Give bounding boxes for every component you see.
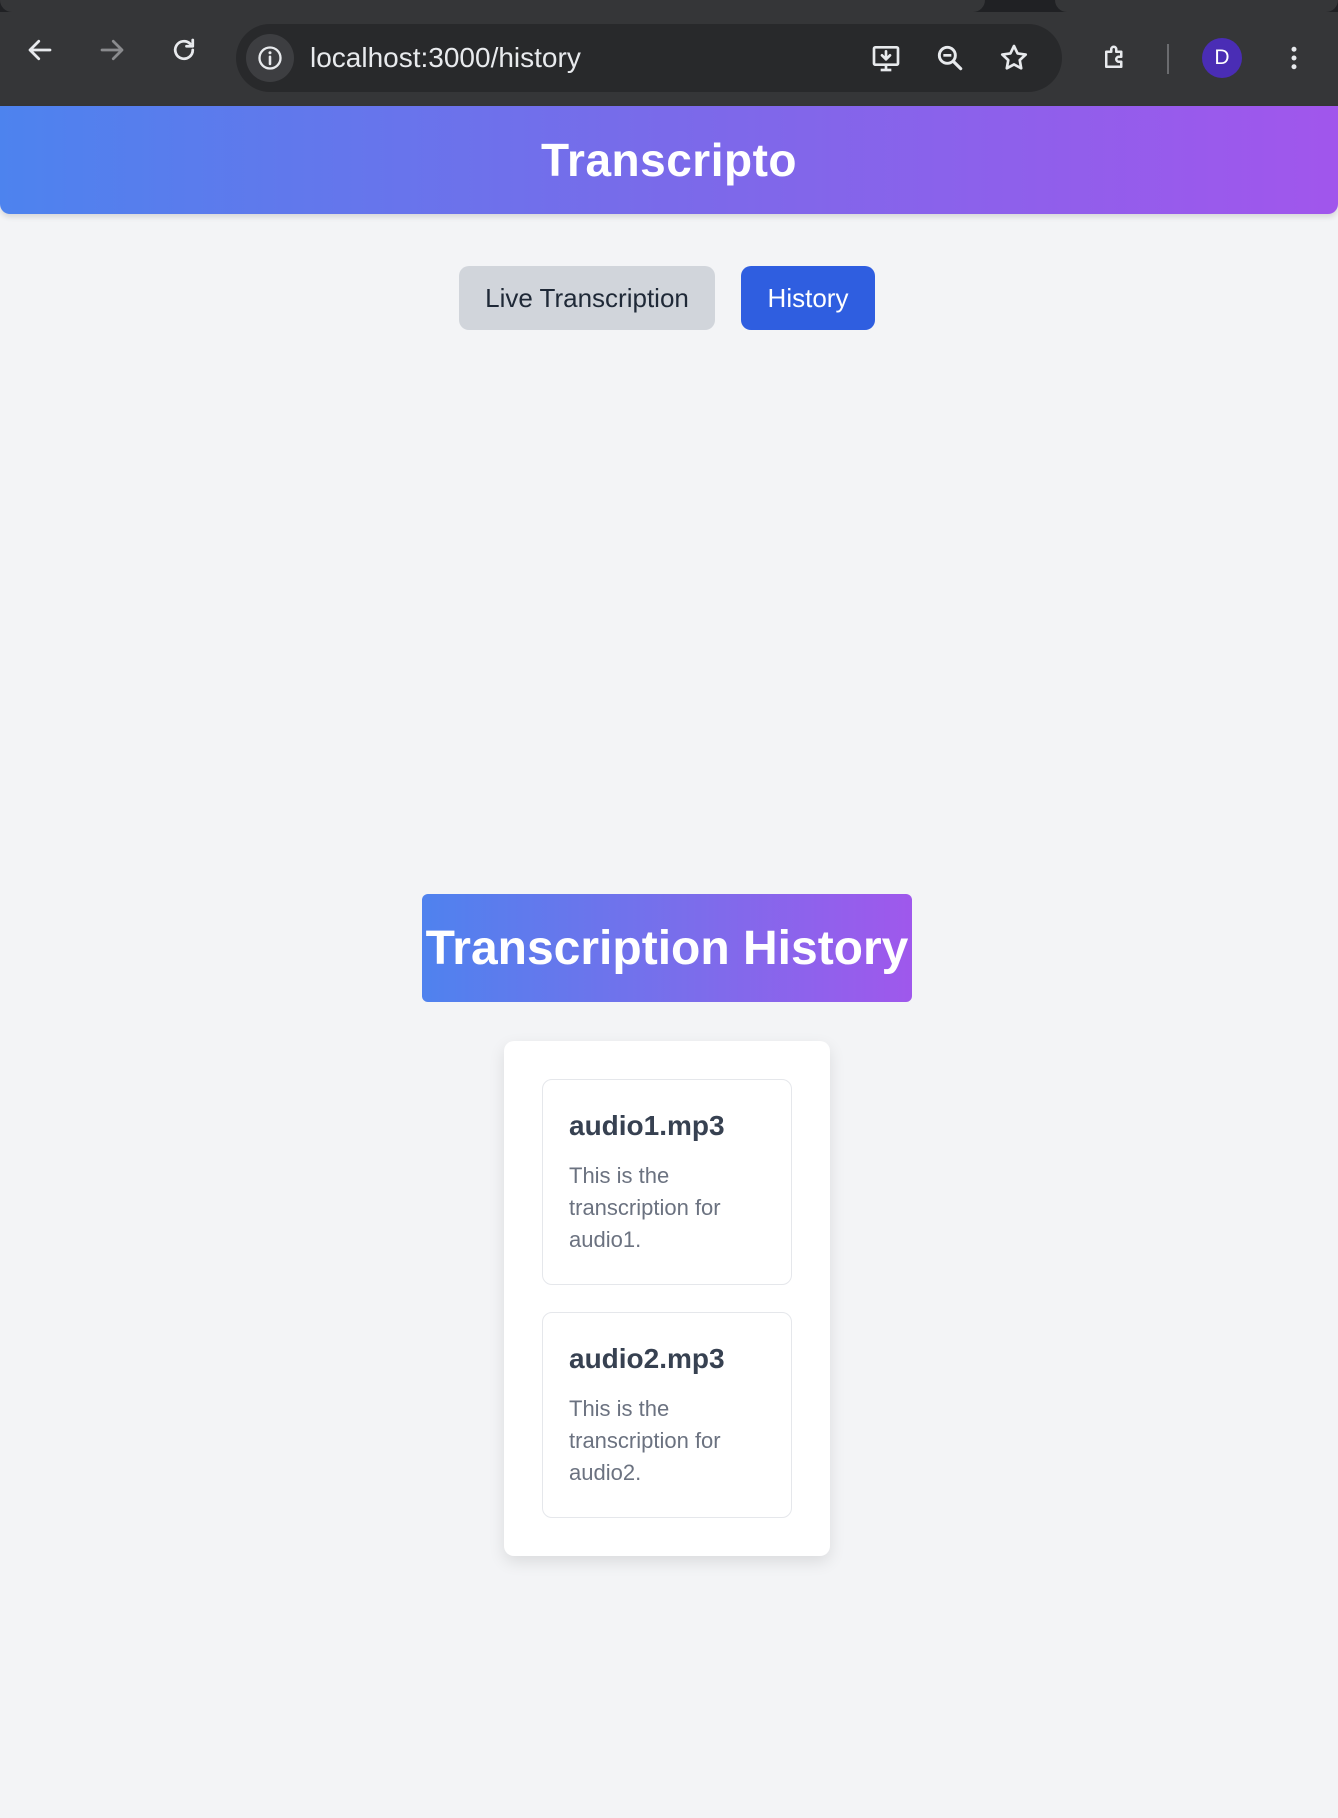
- extensions-button[interactable]: [1091, 34, 1139, 82]
- address-bar[interactable]: localhost:3000/history: [236, 24, 1062, 92]
- site-info-icon: [258, 46, 282, 70]
- app-header: Transcripto: [0, 106, 1338, 214]
- history-card[interactable]: audio2.mp3 This is the transcription for…: [542, 1312, 792, 1518]
- browser-tab[interactable]: [0, 0, 985, 12]
- history-heading: Transcription History: [422, 894, 912, 1002]
- bookmark-button[interactable]: [994, 38, 1034, 78]
- forward-button[interactable]: [88, 26, 136, 74]
- browser-tab[interactable]: [1055, 0, 1338, 12]
- history-panel: audio1.mp3 This is the transcription for…: [504, 1041, 830, 1556]
- more-menu-icon: [1291, 46, 1297, 70]
- card-filename: audio2.mp3: [569, 1343, 725, 1374]
- forward-icon: [100, 39, 124, 61]
- history-card[interactable]: audio1.mp3 This is the transcription for…: [542, 1079, 792, 1285]
- site-info-button[interactable]: [246, 34, 294, 82]
- history-button[interactable]: History: [741, 266, 875, 330]
- bookmark-star-icon: [1000, 44, 1028, 70]
- back-icon: [28, 39, 52, 61]
- live-transcription-button[interactable]: Live Transcription: [459, 266, 715, 330]
- tab-strip: [0, 0, 1338, 12]
- card-transcription: This is the transcription for audio1.: [569, 1163, 721, 1252]
- install-app-button[interactable]: [866, 38, 906, 78]
- extensions-icon: [1105, 45, 1123, 68]
- url-text[interactable]: localhost:3000/history: [310, 42, 581, 74]
- profile-avatar[interactable]: D: [1202, 38, 1242, 78]
- card-transcription: This is the transcription for audio2.: [569, 1396, 721, 1485]
- page: localhost:3000/history D Transcripto Liv…: [0, 0, 1338, 1818]
- reload-icon: [173, 38, 195, 61]
- install-app-icon: [872, 46, 900, 72]
- browser-toolbar: localhost:3000/history D: [0, 0, 1338, 106]
- more-menu-button[interactable]: [1270, 34, 1318, 82]
- zoom-icon: [937, 45, 963, 71]
- card-filename: audio1.mp3: [569, 1110, 725, 1141]
- zoom-button[interactable]: [930, 38, 970, 78]
- app-title: Transcripto: [540, 134, 797, 186]
- reload-button[interactable]: [160, 26, 208, 74]
- back-button[interactable]: [16, 26, 64, 74]
- toolbar-divider: [1167, 44, 1169, 74]
